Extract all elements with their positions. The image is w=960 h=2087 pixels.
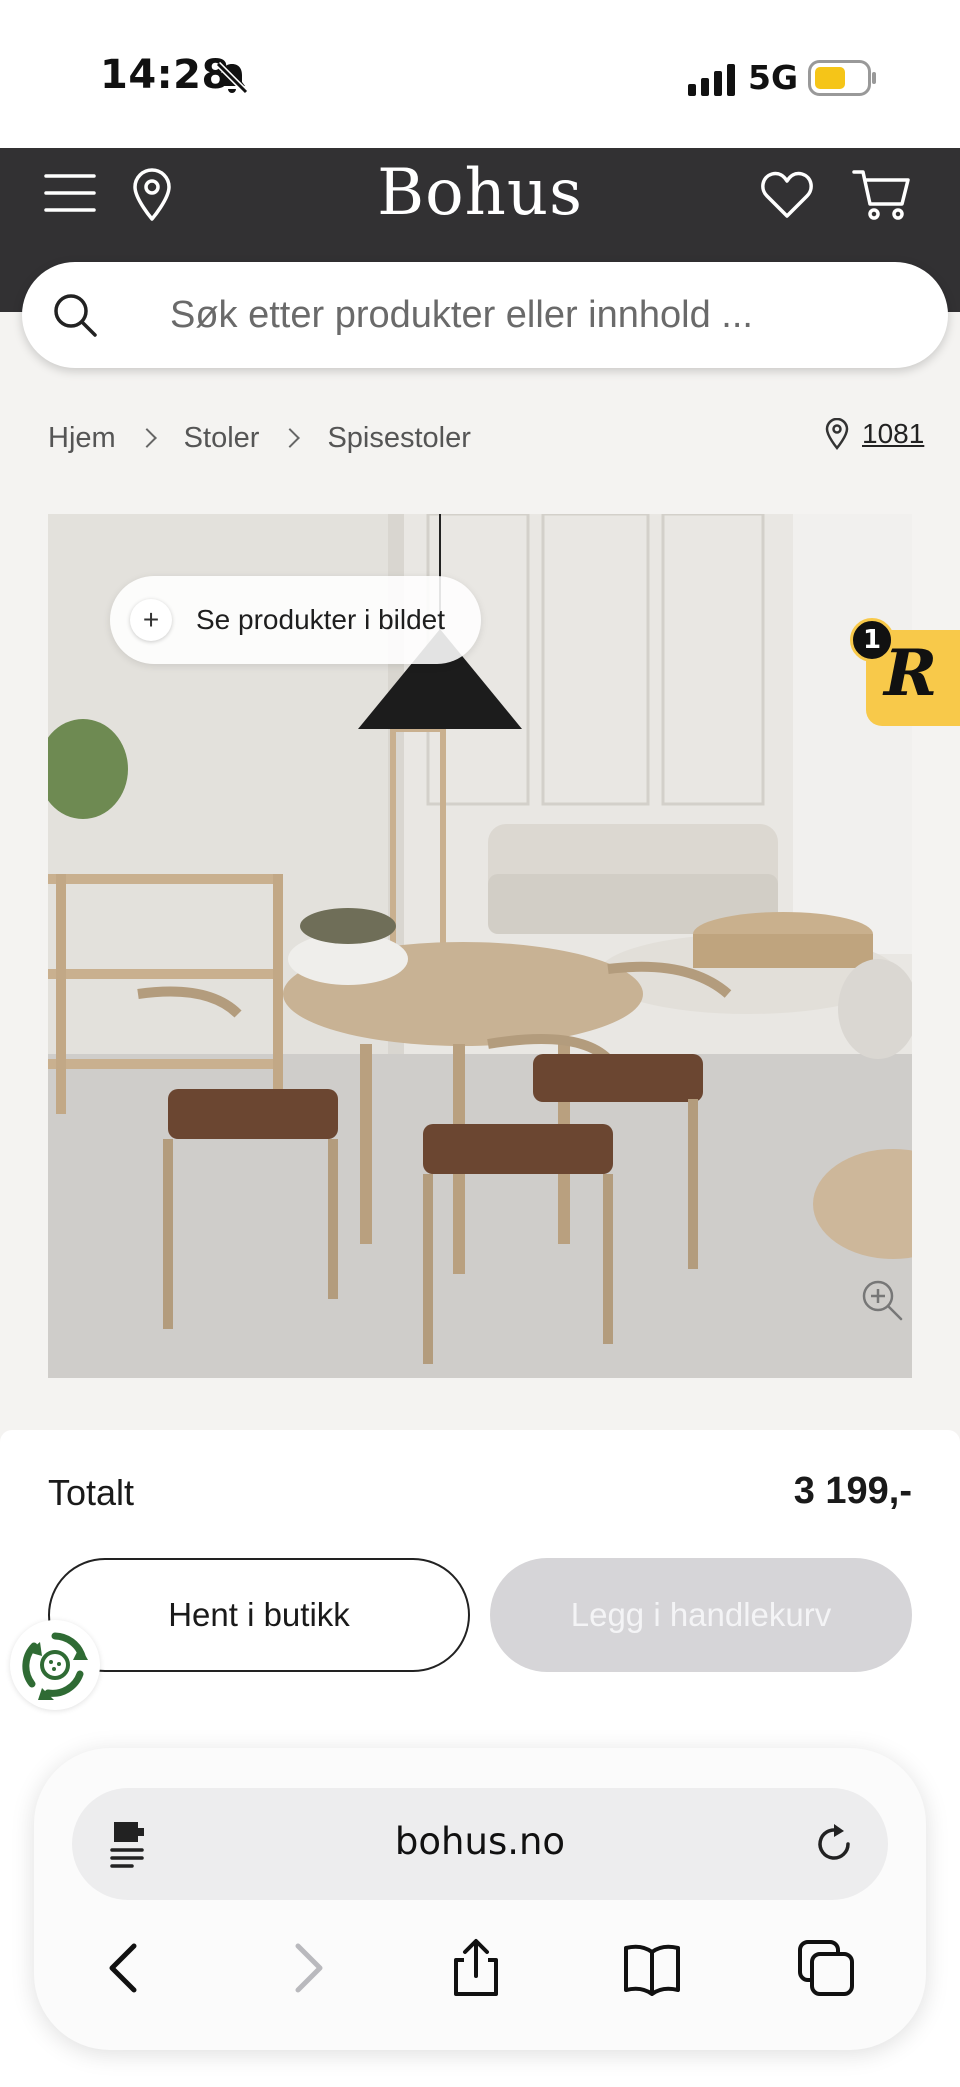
url-text[interactable]: bohus.no — [72, 1820, 888, 1863]
search-bar[interactable] — [22, 262, 948, 368]
forward-icon[interactable] — [276, 1938, 336, 1998]
zoom-in-icon[interactable] — [860, 1278, 904, 1322]
recycle-badge[interactable] — [10, 1620, 100, 1710]
pickup-in-store-button[interactable]: Hent i butikk — [48, 1558, 470, 1672]
share-icon[interactable] — [446, 1938, 506, 1998]
chevron-right-icon — [136, 428, 157, 448]
brand-logo[interactable]: Bohus — [330, 156, 630, 230]
battery-icon — [808, 60, 876, 96]
see-products-label: Se produkter i bildet — [196, 604, 446, 635]
bell-muted-icon — [215, 61, 249, 95]
location-icon[interactable] — [130, 168, 174, 222]
status-time: 14:28 — [100, 52, 230, 98]
breadcrumb-home[interactable]: Hjem — [48, 422, 116, 455]
recycle-icon — [22, 1632, 88, 1700]
back-icon[interactable] — [96, 1938, 156, 1998]
url-bar[interactable]: bohus.no — [72, 1788, 888, 1900]
total-price: 3 199,- — [793, 1470, 912, 1512]
add-to-cart-button[interactable]: Legg i handlekurv — [490, 1558, 912, 1672]
store-id[interactable]: 1081 — [862, 418, 924, 450]
bookmarks-icon[interactable] — [622, 1938, 682, 1998]
status-bar: 14:28 5G — [0, 0, 960, 148]
cart-icon[interactable] — [852, 166, 912, 222]
search-input[interactable] — [170, 286, 910, 344]
network-label: 5G — [748, 58, 799, 97]
breadcrumb-chairs[interactable]: Stoler — [184, 422, 260, 455]
rewards-count-badge: 1 — [850, 618, 894, 662]
plus-icon: + — [130, 599, 172, 641]
search-icon — [54, 294, 97, 337]
menu-icon[interactable] — [44, 170, 96, 216]
breadcrumb-dining-chairs[interactable]: Spisestoler — [327, 422, 470, 455]
chevron-right-icon — [280, 428, 301, 448]
signal-icon — [688, 64, 735, 96]
see-products-button[interactable]: + Se produkter i bildet — [110, 576, 482, 664]
store-selector[interactable]: 1081 — [824, 418, 924, 450]
heart-icon[interactable] — [760, 170, 814, 220]
total-label: Totalt — [48, 1472, 135, 1513]
location-pin-icon — [825, 418, 849, 450]
product-image[interactable]: + Se produkter i bildet — [48, 514, 912, 1378]
breadcrumb: Hjem Stoler Spisestoler — [48, 418, 471, 458]
tabs-icon[interactable] — [796, 1938, 856, 1998]
reload-icon[interactable] — [812, 1822, 856, 1866]
